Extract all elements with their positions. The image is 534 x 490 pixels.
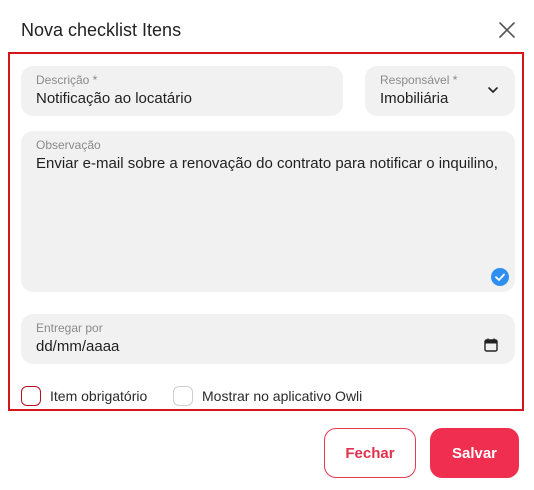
mostrar-aplicativo-checkbox[interactable] — [173, 386, 193, 406]
observacao-label: Observação — [36, 138, 101, 152]
chevron-down-icon[interactable] — [487, 84, 499, 96]
item-obrigatorio-checkbox[interactable] — [21, 386, 41, 406]
entregar-por-label: Entregar por — [36, 321, 103, 335]
descricao-value[interactable]: Notificação ao locatário — [36, 90, 192, 107]
salvar-button[interactable]: Salvar — [430, 428, 519, 478]
close-button[interactable] — [497, 20, 517, 40]
mostrar-aplicativo-label: Mostrar no aplicativo Owli — [202, 388, 363, 404]
descricao-field[interactable]: Descrição * Notificação ao locatário — [21, 66, 343, 116]
responsavel-value[interactable]: Imobiliária — [380, 90, 448, 107]
responsavel-label: Responsável * — [380, 73, 458, 87]
close-icon — [499, 22, 515, 38]
entregar-por-field[interactable]: Entregar por dd/mm/aaaa — [21, 314, 515, 364]
fechar-button[interactable]: Fechar — [324, 428, 416, 478]
check-circle-icon — [491, 268, 509, 286]
item-obrigatorio-label: Item obrigatório — [50, 388, 148, 404]
calendar-icon[interactable] — [484, 338, 498, 352]
observacao-value[interactable]: Enviar e-mail sobre a renovação do contr… — [36, 155, 498, 172]
observacao-textarea[interactable]: Observação Enviar e-mail sobre a renovaç… — [21, 131, 515, 292]
responsavel-select[interactable]: Responsável * Imobiliária — [365, 66, 515, 116]
dialog-title: Nova checklist Itens — [21, 20, 182, 40]
entregar-por-value[interactable]: dd/mm/aaaa — [36, 338, 119, 355]
descricao-label: Descrição * — [36, 73, 98, 87]
